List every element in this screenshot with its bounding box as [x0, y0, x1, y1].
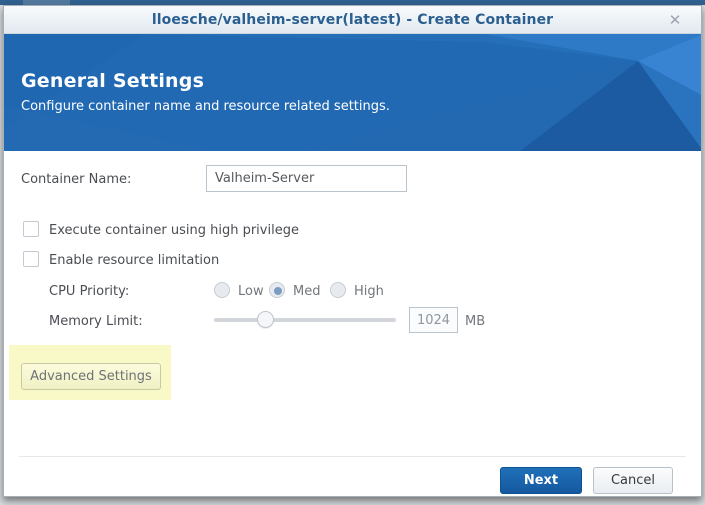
cpu-priority-med-label: Med — [293, 284, 320, 299]
memory-limit-slider-thumb[interactable] — [257, 311, 274, 328]
resource-limitation-checkbox[interactable] — [23, 251, 39, 267]
container-name-input[interactable] — [206, 165, 407, 192]
page-subtitle: Configure container name and resource re… — [21, 99, 390, 114]
container-name-label: Container Name: — [21, 172, 131, 187]
dialog-body: Container Name: Execute container using … — [4, 151, 701, 496]
dialog-title: lloesche/valheim-server(latest) - Create… — [152, 12, 553, 28]
wizard-header-text: General Settings Configure container nam… — [21, 70, 390, 114]
close-icon[interactable]: ✕ — [665, 10, 685, 30]
create-container-dialog: lloesche/valheim-server(latest) - Create… — [3, 5, 702, 497]
cpu-priority-label: CPU Priority: — [49, 284, 129, 299]
cpu-priority-radio-low[interactable] — [214, 282, 230, 298]
cpu-priority-high-label: High — [354, 284, 384, 299]
wizard-header-banner: General Settings Configure container nam… — [4, 34, 701, 151]
advanced-settings-highlight: Advanced Settings — [9, 345, 171, 400]
resource-limitation-label: Enable resource limitation — [49, 253, 219, 268]
memory-limit-input[interactable] — [409, 307, 458, 333]
high-privilege-checkbox[interactable] — [23, 221, 39, 237]
cpu-priority-radio-med[interactable] — [269, 282, 285, 298]
high-privilege-label: Execute container using high privilege — [49, 223, 299, 238]
memory-limit-slider[interactable] — [214, 318, 396, 322]
dialog-titlebar: lloesche/valheim-server(latest) - Create… — [4, 6, 701, 34]
page-title: General Settings — [21, 70, 390, 92]
next-button[interactable]: Next — [500, 467, 582, 494]
cpu-priority-low-label: Low — [238, 284, 264, 299]
cpu-priority-radio-high[interactable] — [330, 282, 346, 298]
advanced-settings-button[interactable]: Advanced Settings — [21, 363, 161, 390]
memory-unit-label: MB — [465, 314, 485, 329]
screen: lloesche/valheim-server(latest) - Create… — [0, 0, 705, 505]
footer-divider — [19, 456, 686, 457]
memory-limit-label: Memory Limit: — [49, 314, 143, 329]
cancel-button[interactable]: Cancel — [593, 467, 673, 494]
